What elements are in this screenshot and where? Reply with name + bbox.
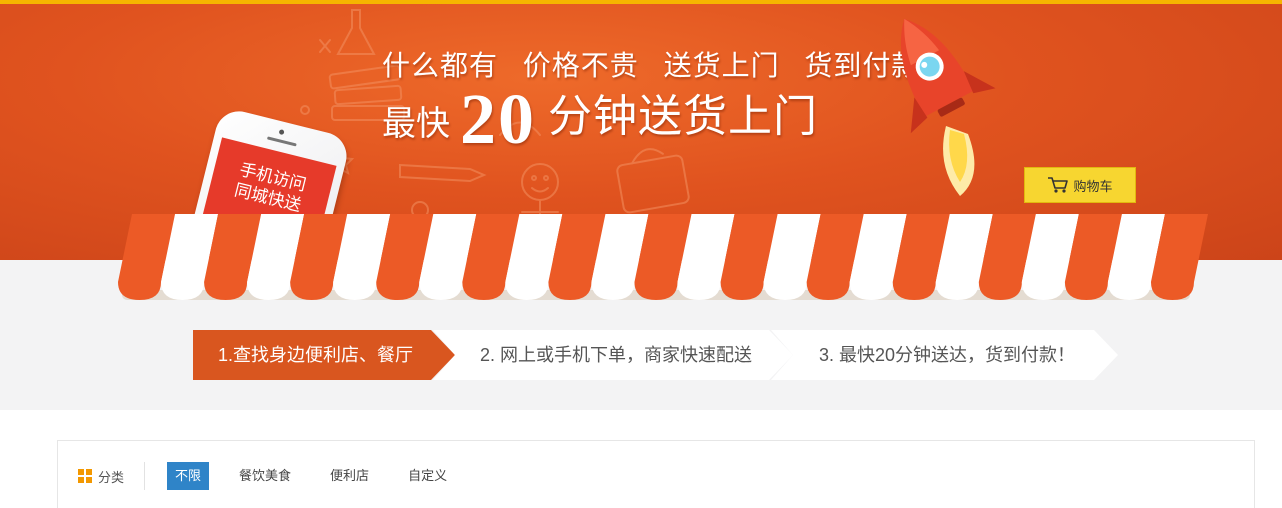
category-filter: 分类 不限 餐饮美食 便利店 自定义 [57,440,1255,508]
phone-speaker [266,136,297,147]
filter-option-convenience-store[interactable]: 便利店 [322,462,377,490]
category-grid-icon [78,469,92,483]
category-label: 分类 [98,469,125,485]
filter-divider [144,462,146,490]
top-accent-stripe [0,0,1282,4]
speed-prefix: 最快 [382,105,450,143]
step-place-order[interactable]: 2. 网上或手机下单，商家快速配送 [433,330,793,380]
cart-label: 购物车 [1073,178,1113,194]
slogan-part: 价格不贵 [522,50,639,81]
store-awning [118,214,1208,300]
rocket-icon [900,18,996,196]
cart-icon [1048,177,1069,193]
speed-suffix: 分钟送货上门 [548,92,818,141]
step-find-store[interactable]: 1.查找身边便利店、餐厅 [193,330,455,380]
speed-number: 20 [460,79,536,159]
cart-button[interactable]: 购物车 [1024,167,1136,203]
slogan-part: 什么都有 [382,50,499,81]
page: 什么都有 价格不贵 送货上门 货到付款 最快 20 分钟送货上门 手机访问 同城快送 [0,0,1282,508]
category-filter-row: 分类 不限 餐饮美食 便利店 自定义 [78,462,478,490]
slogan-part: 送货上门 [663,50,780,81]
phone-camera [278,129,285,136]
filter-option-food[interactable]: 餐饮美食 [231,462,299,490]
filter-option-custom[interactable]: 自定义 [400,462,455,490]
banner-speed-headline: 最快 20 分钟送货上门 [382,78,818,161]
filter-option-all[interactable]: 不限 [167,462,210,490]
step-delivery[interactable]: 3. 最快20分钟送达，货到付款！ [771,330,1118,380]
